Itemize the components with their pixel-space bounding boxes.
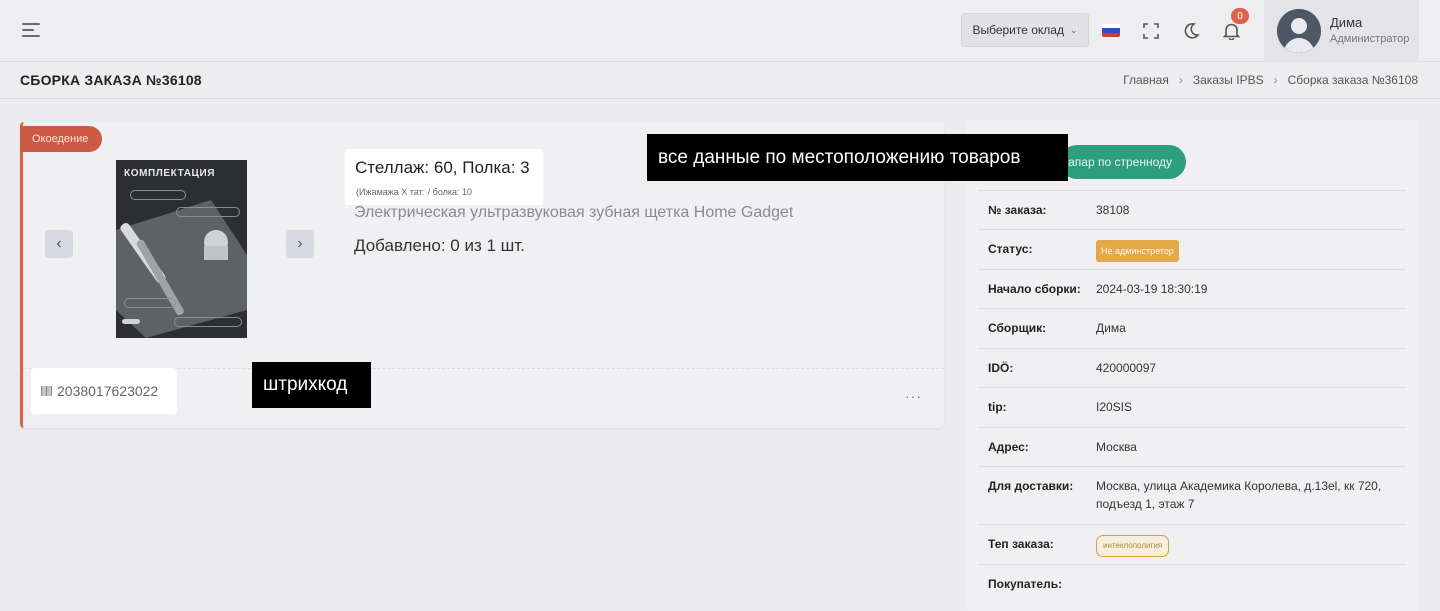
order-info-label: Сборщик: xyxy=(988,321,1047,335)
chevron-right-icon: › xyxy=(297,235,303,252)
image-label xyxy=(124,298,176,308)
order-info-row: Покупатель: xyxy=(978,564,1406,604)
order-info-row: Для доставки: Москва, улица Академика Кор… xyxy=(978,466,1406,524)
image-label xyxy=(176,207,240,217)
location-annotation: все данные по местоположению товаров xyxy=(647,134,1068,181)
order-info-row: Адрес: Москва xyxy=(978,427,1406,466)
location-main: Стеллаж: 60, Полка: 3 xyxy=(355,158,530,177)
order-info-value: Москва, улица Академика Королева, д.13el… xyxy=(1096,479,1382,511)
barcode-value: 2038017623022 xyxy=(57,383,159,399)
location-box: Стеллаж: 60, Полка: 3 (Ижамажа Х тат: / … xyxy=(345,149,543,205)
user-role: Администратор xyxy=(1330,33,1410,45)
breadcrumb: Главная › Заказы IPBS › Сборка заказа №3… xyxy=(1123,73,1418,87)
menu-icon[interactable] xyxy=(22,22,42,38)
order-info-value: 2024-03-19 18:30:19 xyxy=(1096,282,1208,296)
russian-flag-icon[interactable] xyxy=(1102,24,1120,37)
order-info-row: Начало сборки: 2024-03-19 18:30:19 xyxy=(978,269,1406,308)
breadcrumb-home[interactable]: Главная xyxy=(1123,73,1169,87)
breadcrumb-orders[interactable]: Заказы IPBS xyxy=(1193,73,1264,87)
location-sub: (Ижамажа Х тат: / болка: 10 xyxy=(356,187,473,197)
warehouse-select[interactable]: Выберите оклад ⌄ xyxy=(961,13,1089,47)
warehouse-select-label: Выберите оклад xyxy=(972,23,1064,37)
order-info-value: 420000097 xyxy=(1096,361,1157,375)
notification-badge: 0 xyxy=(1231,8,1249,24)
image-label xyxy=(130,190,186,200)
status-badge: Не админстретор xyxy=(1096,240,1179,262)
order-info-label: № заказа: xyxy=(988,203,1047,217)
barcode-annotation: штрихкод xyxy=(252,362,371,408)
order-info-label: Для доставки: xyxy=(988,479,1074,493)
order-info-row: Теп заказа: интеклополигия xyxy=(978,524,1406,564)
title-bar: СБОРКА ЗАКАЗА №36108 Главная › Заказы IP… xyxy=(0,63,1440,99)
order-info-label: Теп заказа: xyxy=(988,537,1054,551)
product-name: Электрическая ультразвуковая зубная щетк… xyxy=(354,204,794,221)
order-info-value: I20SIS xyxy=(1096,400,1133,414)
order-info-value: Не админстретор xyxy=(1096,240,1396,262)
order-info-row: IDÖ: 420000097 xyxy=(978,348,1406,387)
order-info-row: № заказа: 38108 xyxy=(978,190,1406,229)
product-image-art xyxy=(116,200,247,338)
page-title: СБОРКА ЗАКАЗА №36108 xyxy=(20,72,202,88)
order-info-row: tip: I20SIS xyxy=(978,387,1406,427)
prev-image-button[interactable]: ‹ xyxy=(45,230,73,258)
image-dot xyxy=(122,319,140,324)
order-info-label: IDÖ: xyxy=(988,361,1014,375)
status-ribbon: Окоедение xyxy=(20,126,103,152)
fullscreen-icon[interactable] xyxy=(1143,23,1159,39)
user-menu[interactable]: Дима Администратор xyxy=(1264,0,1419,62)
added-count: Добавлено: 0 из 1 шт. xyxy=(354,236,525,255)
chevron-right-icon: › xyxy=(1273,73,1278,87)
chevron-down-icon: ⌄ xyxy=(1069,24,1078,35)
order-info-label: tip: xyxy=(988,400,1007,414)
order-info-row: Сборщик: Дима xyxy=(978,308,1406,348)
chevron-right-icon: › xyxy=(1178,73,1183,87)
user-name: Дима xyxy=(1330,15,1363,30)
order-info-label: Покупатель: xyxy=(988,577,1063,591)
bell-icon[interactable] xyxy=(1223,22,1240,40)
order-info-value: интеклополигия xyxy=(1096,535,1396,557)
image-label xyxy=(174,317,242,327)
chevron-left-icon: ‹ xyxy=(56,235,62,252)
order-info-label: Адрес: xyxy=(988,440,1029,454)
order-info-value: Москва xyxy=(1096,440,1137,454)
order-info-label: Статус: xyxy=(988,242,1033,256)
top-bar: Выберите оклад ⌄ 0 Дима Администратор xyxy=(0,0,1440,62)
order-info-label: Начало сборки: xyxy=(988,282,1081,296)
action-button[interactable]: тапар по стренноду xyxy=(1060,145,1186,179)
order-info-value: 38108 xyxy=(1096,203,1130,217)
breadcrumb-current: Сборка заказа №36108 xyxy=(1287,73,1418,87)
barcode: 2038017623022 xyxy=(31,368,177,414)
order-info-row: Статус: Не админстретор xyxy=(978,229,1406,269)
avatar xyxy=(1277,9,1321,53)
moon-icon[interactable] xyxy=(1183,22,1200,39)
order-type-badge: интеклополигия xyxy=(1096,535,1170,557)
product-image[interactable]: КОМПЛЕКТАЦИЯ xyxy=(116,160,247,338)
more-options-icon[interactable]: ··· xyxy=(905,388,922,404)
barcode-icon xyxy=(41,386,52,396)
order-info-value: Дима xyxy=(1096,321,1126,335)
next-image-button[interactable]: › xyxy=(286,230,314,258)
